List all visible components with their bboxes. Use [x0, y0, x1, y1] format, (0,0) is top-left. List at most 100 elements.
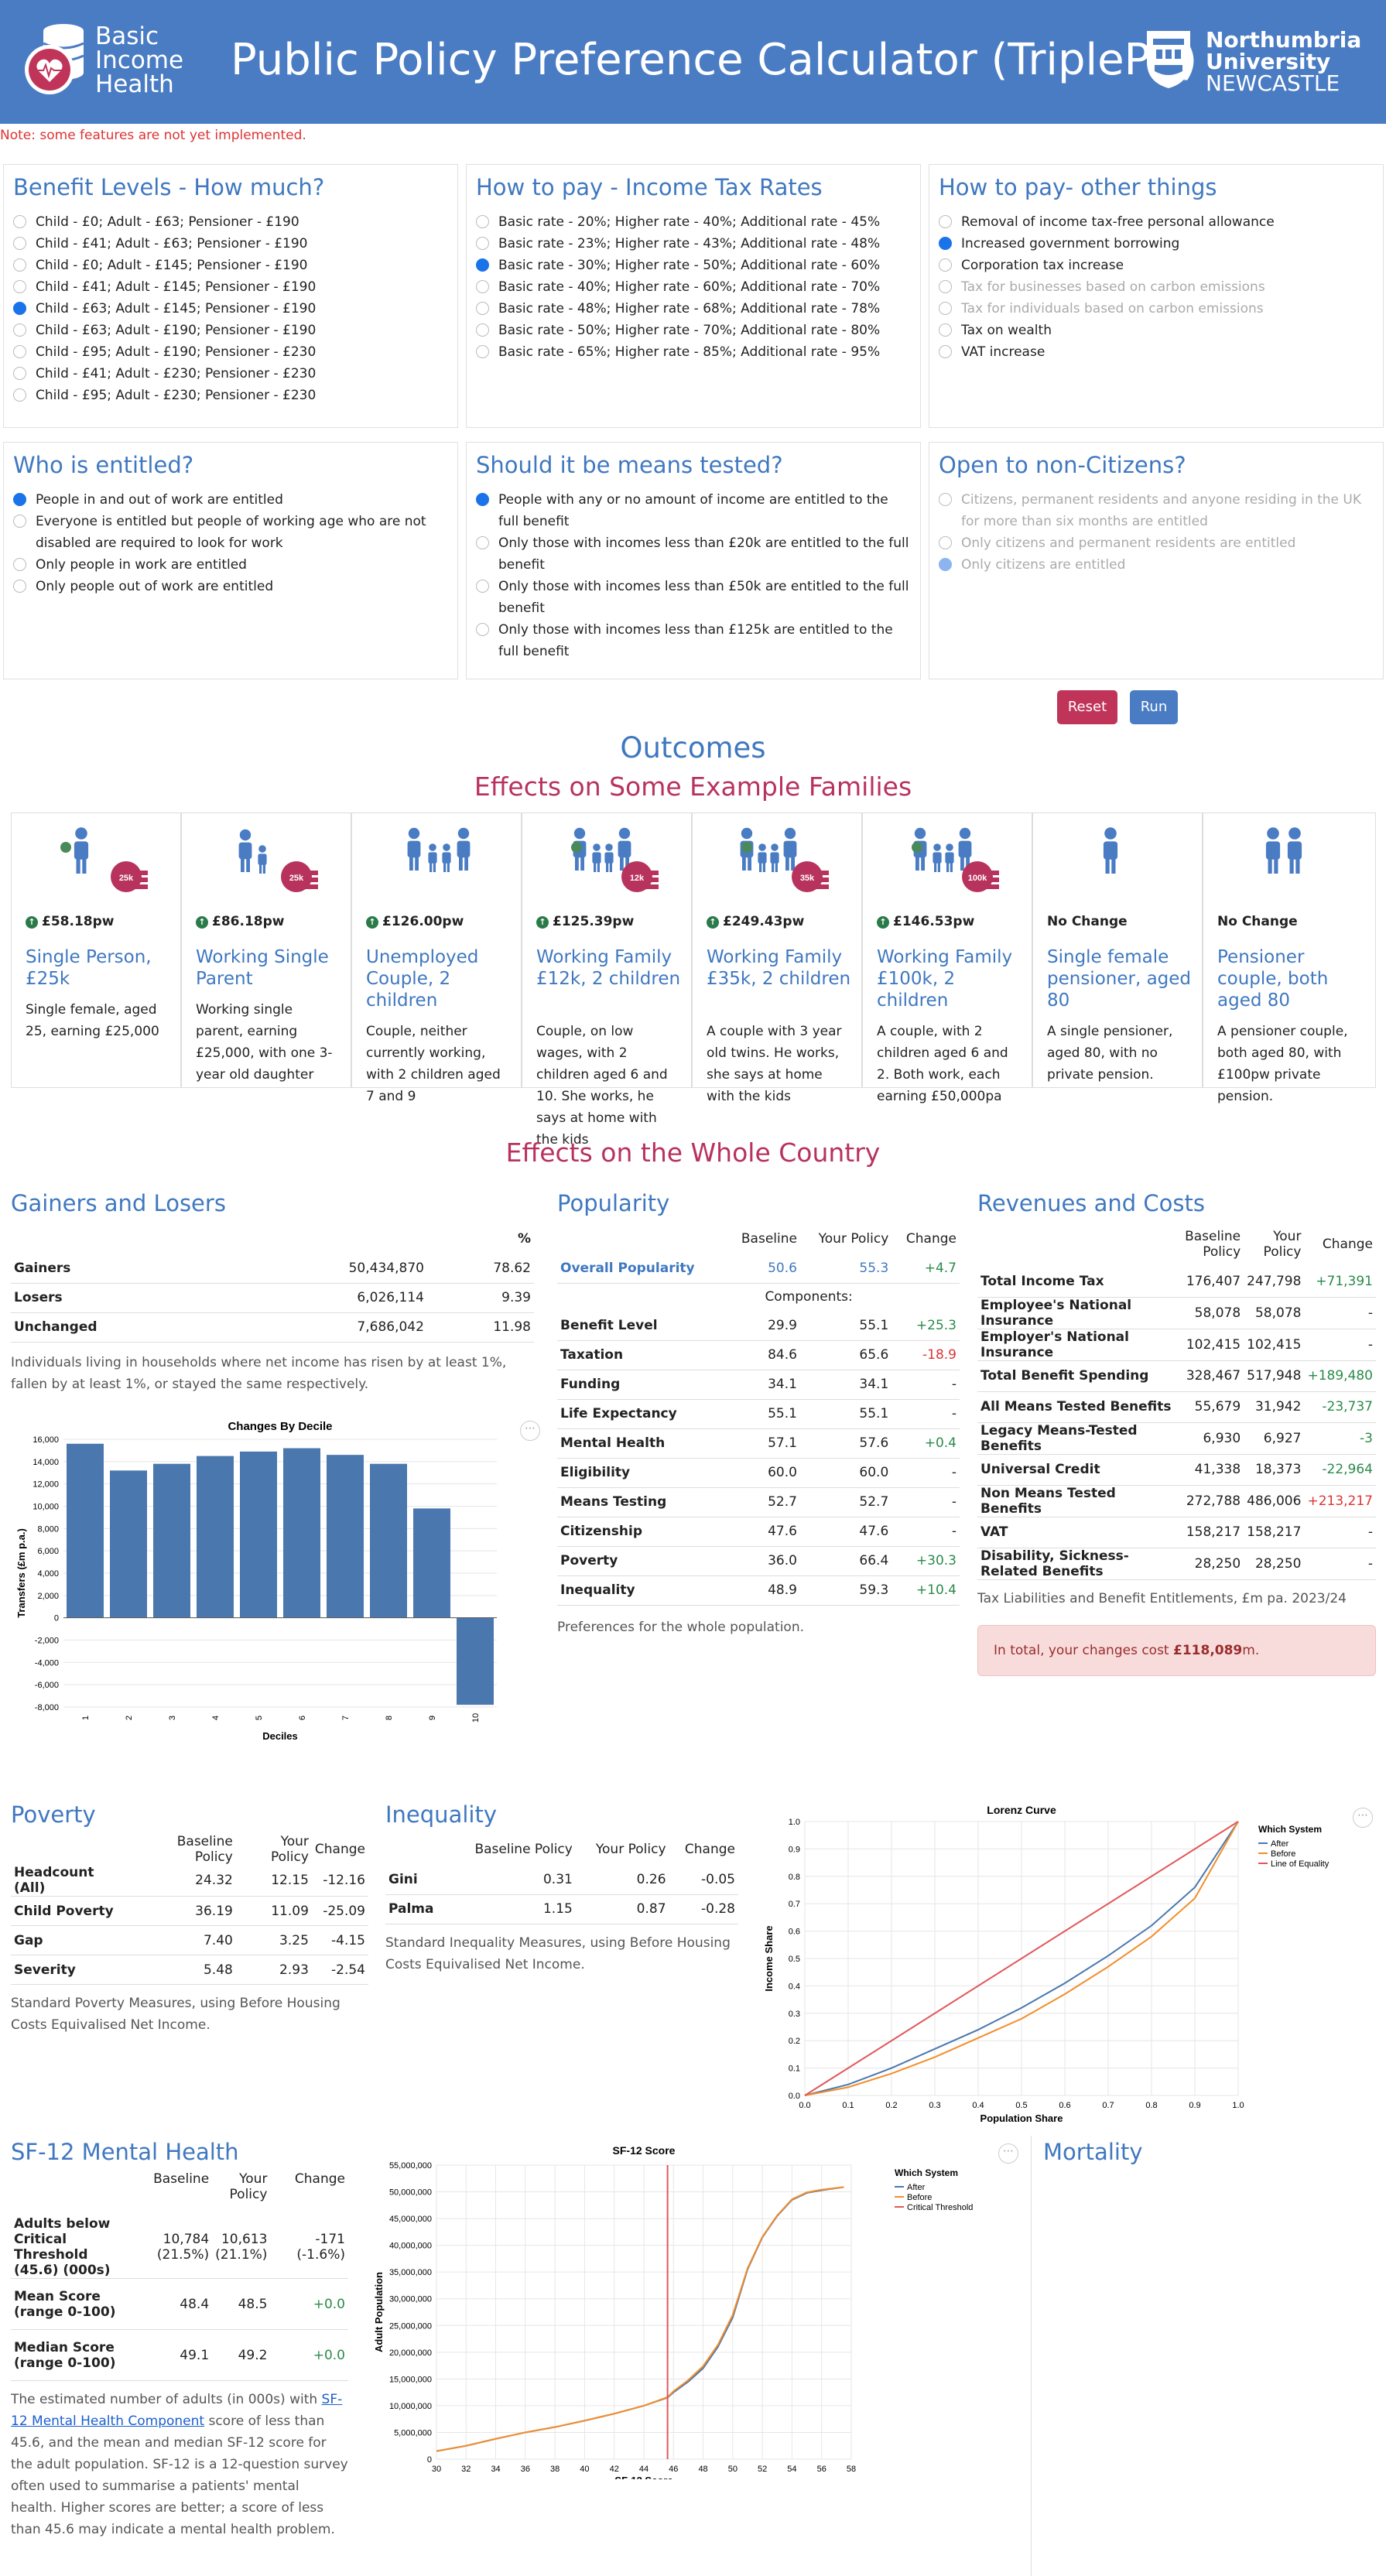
radio-button[interactable]: [939, 323, 952, 337]
citizens-option-0[interactable]: Citizens, permanent residents and anyone…: [939, 489, 1374, 532]
other-option-2[interactable]: Corporation tax increase: [939, 255, 1374, 276]
radio-button[interactable]: [476, 536, 489, 549]
benefit-option-0[interactable]: Child - £0; Adult - £63; Pensioner - £19…: [13, 211, 448, 233]
tax-option-6[interactable]: Basic rate - 65%; Higher rate - 85%; Add…: [476, 341, 911, 363]
radio-button[interactable]: [939, 345, 952, 358]
sf12-score-chart: SF-12 Score 30 32 34 36 38 40 42 44 46 48 50 52 54 56 5…: [373, 2144, 973, 2479]
means-option-3[interactable]: Only those with incomes less than £125k …: [476, 619, 911, 662]
reset-button[interactable]: Reset: [1057, 690, 1117, 724]
radio-button[interactable]: [939, 493, 952, 506]
tax-option-2[interactable]: Basic rate - 30%; Higher rate - 50%; Add…: [476, 255, 911, 276]
other-option-6[interactable]: VAT increase: [939, 341, 1374, 363]
benefit-option-2[interactable]: Child - £0; Adult - £145; Pensioner - £1…: [13, 255, 448, 276]
entitled-option-0[interactable]: People in and out of work are entitled: [13, 489, 448, 511]
tax-option-4[interactable]: Basic rate - 48%; Higher rate - 68%; Add…: [476, 298, 911, 320]
radio-button[interactable]: [13, 367, 26, 380]
tax-option-1[interactable]: Basic rate - 23%; Higher rate - 43%; Add…: [476, 233, 911, 255]
radio-button[interactable]: [939, 237, 952, 250]
radio-button[interactable]: [13, 323, 26, 337]
family-description: Single female, aged 25, earning £25,000: [26, 1002, 159, 1039]
lorenz-menu-icon[interactable]: ⋯: [1353, 1808, 1373, 1828]
y-tick-label: 45,000,000: [389, 2215, 432, 2224]
bar: [240, 1451, 277, 1618]
citizens-option-2[interactable]: Only citizens are entitled: [939, 554, 1374, 576]
benefit-option-8[interactable]: Child - £95; Adult - £230; Pensioner - £…: [13, 385, 448, 406]
revenues-note: Tax Liabilities and Benefit Entitlements…: [977, 1590, 1347, 1606]
benefit-option-1[interactable]: Child - £41; Adult - £63; Pensioner - £1…: [13, 233, 448, 255]
radio-button[interactable]: [939, 302, 952, 315]
sf12-menu-icon[interactable]: ⋯: [998, 2143, 1018, 2164]
sf12-table: Baseline Your Policy Change Adults below…: [11, 2171, 348, 2381]
option-label: Child - £0; Adult - £63; Pensioner - £19…: [36, 214, 299, 230]
benefit-option-4[interactable]: Child - £63; Adult - £145; Pensioner - £…: [13, 298, 448, 320]
bar: [197, 1456, 234, 1618]
means-option-1[interactable]: Only those with incomes less than £20k a…: [476, 532, 911, 576]
radio-button[interactable]: [476, 258, 489, 272]
radio-button[interactable]: [476, 215, 489, 228]
radio-button[interactable]: [13, 515, 26, 528]
means-option-0[interactable]: People with any or no amount of income a…: [476, 489, 911, 532]
radio-button[interactable]: [13, 558, 26, 571]
family-icon: 25k: [228, 824, 321, 905]
poverty-section: Poverty Baseline Policy Your Policy Chan…: [11, 1801, 371, 2036]
radio-button[interactable]: [476, 323, 489, 337]
radio-button[interactable]: [476, 280, 489, 293]
notice-text: Note: some features are not yet implemen…: [0, 128, 306, 143]
benefit-option-7[interactable]: Child - £41; Adult - £230; Pensioner - £…: [13, 363, 448, 385]
radio-button[interactable]: [13, 215, 26, 228]
other-option-3[interactable]: Tax for businesses based on carbon emiss…: [939, 276, 1374, 298]
radio-button[interactable]: [476, 237, 489, 250]
y-tick-label: 2,000: [37, 1592, 59, 1601]
other-payment-panel: How to pay- other things Removal of inco…: [929, 164, 1384, 428]
benefit-option-6[interactable]: Child - £95; Adult - £190; Pensioner - £…: [13, 341, 448, 363]
y-tick-label: 6,000: [37, 1547, 59, 1556]
radio-button[interactable]: [13, 258, 26, 272]
revenues-table: Baseline Policy Your Policy Change Total…: [977, 1223, 1376, 1580]
y-tick-label: 40,000,000: [389, 2242, 432, 2251]
chart-menu-icon[interactable]: ⋯: [520, 1421, 540, 1441]
radio-button[interactable]: [939, 558, 952, 571]
radio-button[interactable]: [476, 623, 489, 636]
radio-button[interactable]: [13, 580, 26, 593]
radio-button[interactable]: [476, 580, 489, 593]
option-label: Corporation tax increase: [961, 258, 1124, 273]
tax-option-0[interactable]: Basic rate - 20%; Higher rate - 40%; Add…: [476, 211, 911, 233]
benefit-option-5[interactable]: Child - £63; Adult - £190; Pensioner - £…: [13, 320, 448, 341]
entitled-option-3[interactable]: Only people out of work are entitled: [13, 576, 448, 597]
citizens-option-1[interactable]: Only citizens and permanent residents ar…: [939, 532, 1374, 554]
tax-option-5[interactable]: Basic rate - 50%; Higher rate - 70%; Add…: [476, 320, 911, 341]
y-tick-label: 0.2: [789, 2037, 800, 2046]
tax-option-3[interactable]: Basic rate - 40%; Higher rate - 60%; Add…: [476, 276, 911, 298]
entitlement-panel: Who is entitled? People in and out of wo…: [3, 442, 458, 679]
radio-button[interactable]: [939, 215, 952, 228]
series-line: [436, 2186, 844, 2452]
radio-button[interactable]: [476, 493, 489, 506]
benefit-levels-panel: Benefit Levels - How much? Child - £0; A…: [3, 164, 458, 428]
radio-button[interactable]: [476, 345, 489, 358]
other-option-0[interactable]: Removal of income tax-free personal allo…: [939, 211, 1374, 233]
radio-button[interactable]: [939, 280, 952, 293]
radio-button[interactable]: [939, 536, 952, 549]
radio-button[interactable]: [13, 388, 26, 402]
radio-button[interactable]: [13, 237, 26, 250]
popularity-table: Baseline Your Policy Change Overall Popula…: [557, 1224, 960, 1606]
other-option-5[interactable]: Tax on wealth: [939, 320, 1374, 341]
radio-button[interactable]: [13, 493, 26, 506]
app-header: Basic Income Health Public Policy Preferen…: [0, 0, 1386, 124]
entitled-option-1[interactable]: Everyone is entitled but people of worki…: [13, 511, 448, 554]
radio-button[interactable]: [13, 345, 26, 358]
benefit-option-3[interactable]: Child - £41; Adult - £145; Pensioner - £…: [13, 276, 448, 298]
chart-title: Changes By Decile: [228, 1420, 332, 1433]
entitled-option-2[interactable]: Only people in work are entitled: [13, 554, 448, 576]
bar: [110, 1470, 147, 1618]
means-option-2[interactable]: Only those with incomes less than £50k a…: [476, 576, 911, 619]
run-button[interactable]: Run: [1130, 690, 1178, 724]
radio-button[interactable]: [13, 280, 26, 293]
other-option-1[interactable]: Increased government borrowing: [939, 233, 1374, 255]
other-option-4[interactable]: Tax for individuals based on carbon emis…: [939, 298, 1374, 320]
inequality-note: Standard Inequality Measures, using Befo…: [385, 1935, 731, 1972]
radio-button[interactable]: [939, 258, 952, 272]
table-row: Life Expectancy 55.1 55.1-: [557, 1399, 960, 1429]
radio-button[interactable]: [13, 302, 26, 315]
radio-button[interactable]: [476, 302, 489, 315]
